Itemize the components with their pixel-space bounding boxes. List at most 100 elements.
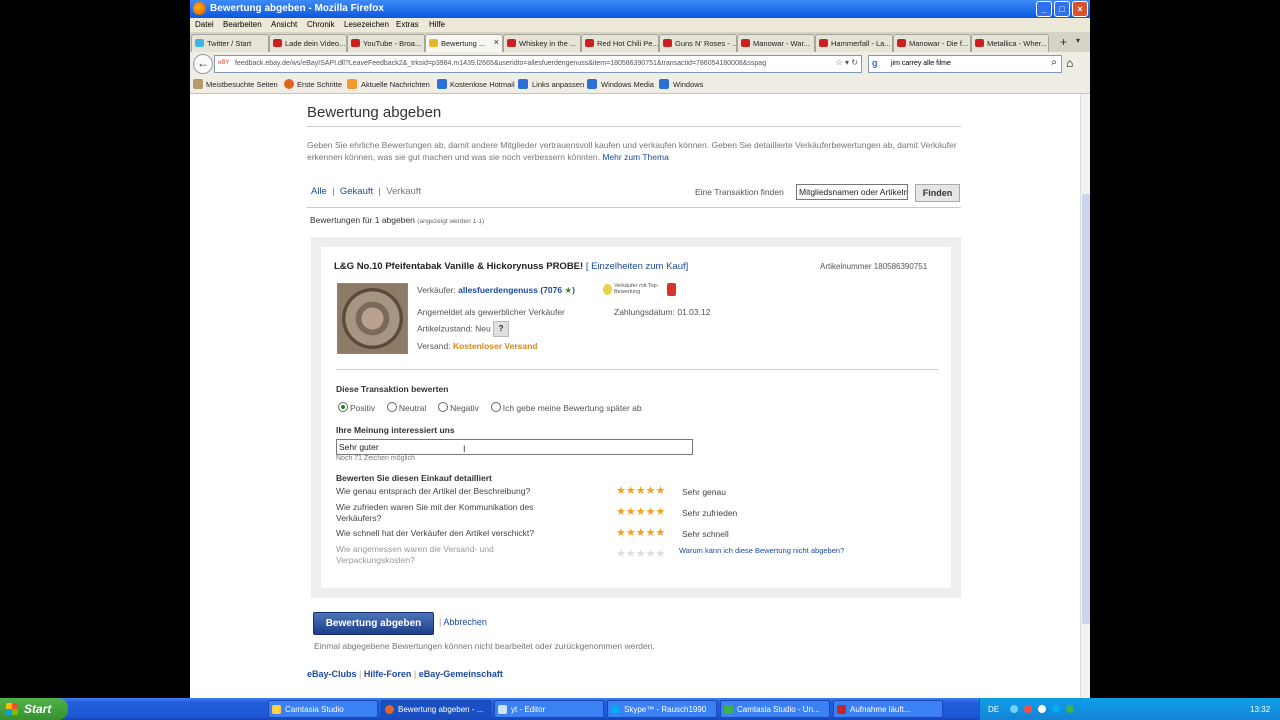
firefox-icon xyxy=(193,2,206,15)
bookmark-links[interactable]: Links anpassen xyxy=(532,80,584,89)
tab-manowar-die[interactable]: Manowar - Die f... xyxy=(893,34,971,52)
maximize-button[interactable]: □ xyxy=(1054,1,1070,17)
bookmark-most-visited[interactable]: Meistbesuchte Seiten xyxy=(206,80,278,89)
tab-whiskey[interactable]: Whiskey in the ... xyxy=(503,34,581,52)
question-shipping-cost: Wie angemessen waren die Versand- und Ve… xyxy=(336,544,494,565)
payment-date: Zahlungsdatum: 01.03.12 xyxy=(614,307,711,317)
firefox-icon xyxy=(284,79,294,89)
red-badge-icon xyxy=(667,283,676,296)
tab-rhcp[interactable]: Red Hot Chili Pe... xyxy=(581,34,659,52)
tab-upload-video[interactable]: Lade dein Video... xyxy=(269,34,347,52)
taskbar-firefox[interactable]: Bewertung abgeben - ... xyxy=(381,700,491,718)
purchase-details-link[interactable]: [ Einzelheiten zum Kauf] xyxy=(586,261,688,272)
security-icon[interactable] xyxy=(1024,705,1032,713)
help-button[interactable]: ? xyxy=(493,321,510,337)
detailed-rating-title: Bewerten Sie diesen Einkauf detailliert xyxy=(336,473,492,483)
find-button[interactable]: Finden xyxy=(915,184,960,202)
rss-icon xyxy=(347,79,357,89)
submit-feedback-button[interactable]: Bewertung abgeben xyxy=(313,612,434,635)
url-text: feedback.ebay.de/ws/eBayISAPI.dll?LeaveF… xyxy=(235,60,767,67)
more-info-link[interactable]: Mehr zum Thema xyxy=(602,152,668,162)
bookmark-first-steps[interactable]: Erste Schritte xyxy=(297,80,342,89)
menu-chronik[interactable]: Chronik xyxy=(307,20,335,29)
youtube-icon xyxy=(975,39,984,47)
seller-name-link[interactable]: allesfuerdengenuss xyxy=(458,285,538,295)
start-button[interactable]: Start xyxy=(0,698,68,720)
remaining-characters: Noch 71 Zeichen möglich xyxy=(336,455,415,462)
language-indicator[interactable]: DE xyxy=(988,705,999,714)
vertical-scrollbar[interactable] xyxy=(1080,94,1090,698)
minimize-button[interactable]: _ xyxy=(1036,1,1052,17)
footer-links: eBay-Clubs | Hilfe-Foren | eBay-Gemeinsc… xyxy=(307,669,503,679)
tab-twitter[interactable]: Twitter / Start xyxy=(191,34,269,52)
radio-negative[interactable] xyxy=(438,402,449,412)
bookmark-hotmail[interactable]: Kostenlose Hotmail xyxy=(450,80,515,89)
star-rating-description[interactable]: ★★★★★ xyxy=(616,484,665,497)
close-button[interactable]: × xyxy=(1072,1,1088,17)
bookmark-windows-media[interactable]: Windows Media xyxy=(601,80,654,89)
star-rating-shipping-speed[interactable]: ★★★★★ xyxy=(616,526,665,539)
taskbar: Start Camtasia Studio Bewertung abgeben … xyxy=(0,698,1280,720)
footer-community-link[interactable]: eBay-Gemeinschaft xyxy=(419,669,503,679)
taskbar-editor[interactable]: yt - Editor xyxy=(494,700,604,718)
radio-neutral[interactable] xyxy=(386,402,397,412)
menu-hilfe[interactable]: Hilfe xyxy=(429,20,445,29)
tab-gnr[interactable]: Guns N' Roses - ... xyxy=(659,34,737,52)
radio-later[interactable] xyxy=(490,402,501,412)
tab-metallica[interactable]: Metallica - Wher... xyxy=(971,34,1049,52)
tab-list-icon[interactable]: ▾ xyxy=(1076,36,1080,45)
opinion-title: Ihre Meinung interessiert uns xyxy=(336,425,455,435)
menu-ansicht[interactable]: Ansicht xyxy=(271,20,297,29)
menu-lesezeichen[interactable]: Lesezeichen xyxy=(344,20,389,29)
why-not-link[interactable]: Warum kann ich diese Bewertung nicht abg… xyxy=(679,546,849,555)
menu-datei[interactable]: Datei xyxy=(195,20,214,29)
close-tab-icon[interactable]: × xyxy=(494,37,499,47)
tab-hammerfall[interactable]: Hammerfall - La... xyxy=(815,34,893,52)
clock: 13:32 xyxy=(1250,705,1271,714)
tab-bewertung[interactable]: Bewertung ... × xyxy=(425,34,503,53)
reload-icon[interactable]: ☆ ▾ ↻ xyxy=(836,58,858,67)
cancel-link[interactable]: Abbrechen xyxy=(443,617,487,627)
new-tab-icon[interactable]: + xyxy=(1060,35,1067,49)
item-image[interactable] xyxy=(337,283,408,354)
filter-all[interactable]: Alle xyxy=(311,186,327,197)
tab-manowar-war[interactable]: Manowar - War... xyxy=(737,34,815,52)
search-bar[interactable]: g jim carrey alle filme ⌕ xyxy=(868,55,1062,73)
network-icon[interactable] xyxy=(1010,705,1018,713)
youtube-icon xyxy=(741,39,750,47)
item-condition: Artikelzustand: Neu ? xyxy=(417,321,510,337)
search-icon[interactable]: ⌕ xyxy=(1051,57,1057,68)
volume-icon[interactable] xyxy=(1038,705,1046,713)
scrollbar-thumb[interactable] xyxy=(1082,194,1090,624)
seller-score[interactable]: 7076 xyxy=(543,285,562,295)
comment-input[interactable]: Sehr guter xyxy=(336,439,693,455)
menu-extras[interactable]: Extras xyxy=(396,20,419,29)
folder-icon xyxy=(272,705,281,714)
taskbar-recording[interactable]: Aufnahme läuft... xyxy=(833,700,943,718)
taskbar-camtasia[interactable]: Camtasia Studio xyxy=(268,700,378,718)
back-button[interactable]: ← xyxy=(193,54,213,74)
skype-tray-icon[interactable] xyxy=(1052,705,1060,713)
ebay-icon xyxy=(429,39,438,47)
menu-bearbeiten[interactable]: Bearbeiten xyxy=(223,20,262,29)
footer-forums-link[interactable]: Hilfe-Foren xyxy=(364,669,412,679)
filter-bought[interactable]: Gekauft xyxy=(340,186,373,197)
camtasia-tray-icon[interactable] xyxy=(1066,705,1074,713)
youtube-icon xyxy=(663,39,672,47)
taskbar-skype[interactable]: Skype™ - Rausch1990 xyxy=(607,700,717,718)
radio-positive[interactable] xyxy=(338,402,348,412)
taskbar-camtasia-studio[interactable]: Camtasia Studio - Un... xyxy=(720,700,830,718)
filter-sold[interactable]: Verkauft xyxy=(386,186,421,197)
footer-clubs-link[interactable]: eBay-Clubs xyxy=(307,669,357,679)
find-transaction-input[interactable]: Mitgliedsnamen oder Artikelnummer xyxy=(796,184,908,200)
youtube-icon xyxy=(351,39,360,47)
youtube-icon xyxy=(897,39,906,47)
url-bar[interactable]: eBY feedback.ebay.de/ws/eBayISAPI.dll?Le… xyxy=(214,55,862,73)
windows-media-icon xyxy=(587,79,597,89)
bookmark-news[interactable]: Aktuelle Nachrichten xyxy=(361,80,430,89)
google-icon[interactable]: g xyxy=(872,58,878,68)
bookmark-windows[interactable]: Windows xyxy=(673,80,703,89)
star-rating-communication[interactable]: ★★★★★ xyxy=(616,505,665,518)
home-icon[interactable]: ⌂ xyxy=(1066,56,1073,70)
tab-youtube[interactable]: YouTube - Broa... xyxy=(347,34,425,52)
